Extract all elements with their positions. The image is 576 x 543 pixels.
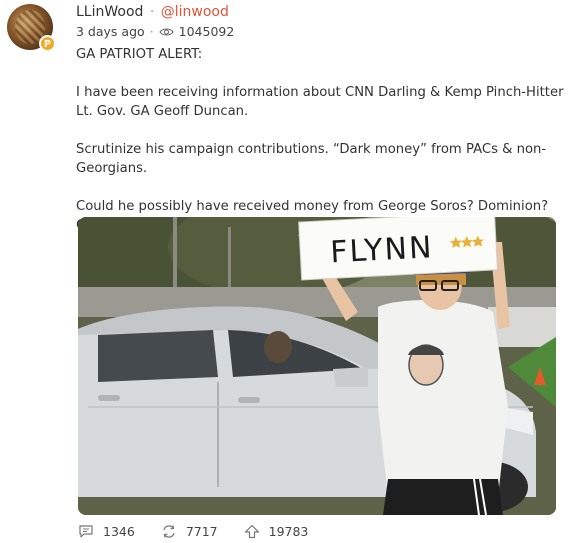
post-paragraph: Scrutinize his campaign contributions. “… [76, 142, 547, 176]
avatar[interactable] [7, 4, 56, 52]
upvote-count: 19783 [268, 524, 309, 539]
comment-button[interactable]: 1346 [78, 524, 135, 539]
repost-count: 7717 [185, 524, 218, 539]
upvote-button[interactable]: 19783 [244, 524, 309, 539]
sign-text: FLYNN [329, 230, 434, 270]
comment-count: 1346 [103, 524, 135, 539]
repost-icon [163, 525, 175, 538]
post-actions: 1346 7717 19783 [78, 524, 334, 539]
verified-badge-icon [39, 35, 56, 52]
view-count: 1045092 [178, 24, 235, 39]
user-handle[interactable]: @linwood [161, 4, 229, 20]
meta-separator: · [149, 24, 154, 39]
post-paragraph: I have been receiving information about … [76, 85, 564, 119]
post-paragraph: GA PATRIOT ALERT: [76, 47, 203, 62]
timestamp[interactable]: 3 days ago [76, 23, 145, 41]
post-image[interactable]: FLYNN [78, 217, 556, 515]
post-meta: 3 days ago · 1045092 [76, 23, 234, 41]
post-header: LLinWood · @linwood [76, 2, 229, 22]
post-image-illustration: FLYNN [78, 217, 556, 515]
display-name[interactable]: LLinWood [76, 4, 143, 20]
eye-icon [158, 27, 174, 37]
post-card: LLinWood · @linwood 3 days ago · 1045092… [0, 0, 576, 543]
comment-icon [79, 525, 93, 538]
upvote-icon [244, 524, 259, 539]
repost-button[interactable]: 7717 [161, 524, 218, 539]
header-separator: · [149, 4, 155, 20]
post-body: GA PATRIOT ALERT: I have been receiving … [76, 45, 566, 235]
